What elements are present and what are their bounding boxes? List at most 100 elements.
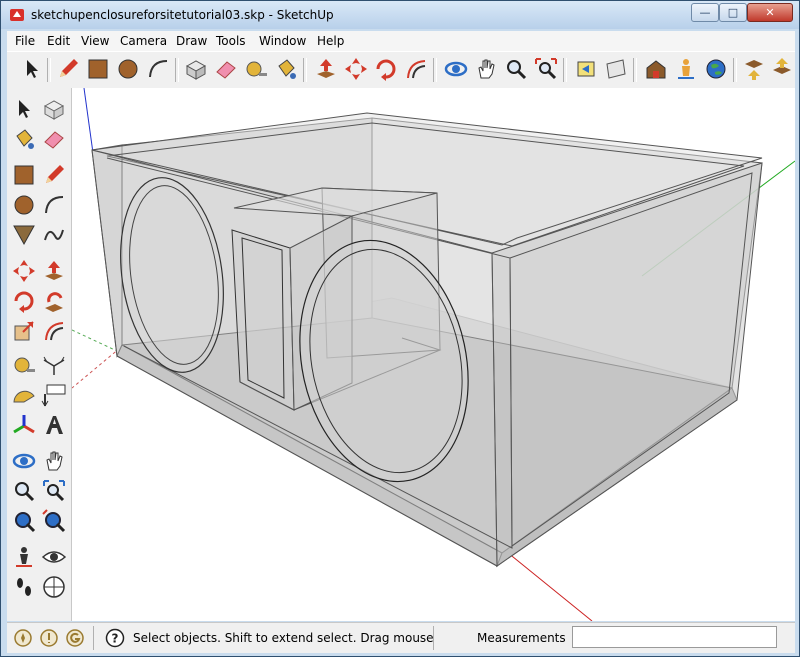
menu-file[interactable]: File xyxy=(15,34,35,48)
google-earth-button[interactable] xyxy=(703,56,729,82)
circle-tool-button[interactable] xyxy=(115,56,141,82)
orbit-tool-button[interactable] xyxy=(443,56,469,82)
3d-warehouse-button[interactable] xyxy=(643,56,669,82)
maximize-button[interactable]: □ xyxy=(719,3,747,22)
previous-view-icon xyxy=(577,61,595,77)
get-models-button[interactable] xyxy=(673,56,699,82)
share-model-button[interactable] xyxy=(741,56,767,82)
menu-help[interactable]: Help xyxy=(317,34,344,48)
status-bar: ? Select objects. Shift to extend select… xyxy=(7,622,795,653)
polygon-tool-button[interactable] xyxy=(11,222,37,248)
get-component-button[interactable] xyxy=(769,56,795,82)
geo-location-icon[interactable] xyxy=(13,628,33,648)
follow-me-tool-button[interactable] xyxy=(41,288,67,314)
text-tool-button[interactable] xyxy=(41,382,67,408)
red-axis xyxy=(501,547,593,621)
zoom-extents-icon xyxy=(15,512,36,533)
circle-tool-button[interactable] xyxy=(11,192,37,218)
make-component-button[interactable] xyxy=(183,56,209,82)
offset-tool-button[interactable] xyxy=(41,318,67,344)
section-plane-icon xyxy=(43,576,65,598)
toolbar-separator xyxy=(433,58,437,82)
component-icon xyxy=(43,100,65,120)
close-button[interactable]: ✕ xyxy=(747,3,793,22)
rectangle-tool-button[interactable] xyxy=(11,162,37,188)
next-view-button[interactable] xyxy=(603,56,629,82)
push-pull-tool-button[interactable] xyxy=(41,258,67,284)
zoom-tool-button[interactable] xyxy=(11,478,37,504)
menu-camera[interactable]: Camera xyxy=(120,34,167,48)
rectangle-tool-button[interactable] xyxy=(85,56,111,82)
menu-window[interactable]: Window xyxy=(259,34,306,48)
eraser-tool-button[interactable] xyxy=(41,126,67,152)
move-tool-button[interactable] xyxy=(343,56,369,82)
look-around-button[interactable] xyxy=(41,544,67,570)
modeling-viewport[interactable] xyxy=(72,88,795,621)
arc-tool-button[interactable] xyxy=(41,192,67,218)
rotate-tool-button[interactable] xyxy=(373,56,399,82)
pencil-icon xyxy=(60,59,78,77)
paint-bucket-tool-button[interactable] xyxy=(11,126,37,152)
get-component-icon xyxy=(773,58,791,74)
zoom-extents-button[interactable] xyxy=(533,56,559,82)
scale-tool-button[interactable] xyxy=(11,318,37,344)
3d-text-tool-button[interactable] xyxy=(41,412,67,438)
dimension-tool-button[interactable] xyxy=(41,352,67,378)
credits-icon[interactable] xyxy=(39,628,59,648)
zoom-extents-button[interactable] xyxy=(11,508,37,534)
status-hint-text: Select objects. Shift to extend select. … xyxy=(133,631,434,645)
eye-icon xyxy=(41,551,67,563)
toolbar-separator xyxy=(47,58,51,82)
zoom-tool-button[interactable] xyxy=(503,56,529,82)
freehand-tool-button[interactable] xyxy=(41,222,67,248)
paint-bucket-icon xyxy=(278,59,296,79)
protractor-tool-button[interactable] xyxy=(11,382,37,408)
line-tool-button[interactable] xyxy=(41,162,67,188)
select-tool-button[interactable] xyxy=(19,56,45,82)
move-tool-button[interactable] xyxy=(11,258,37,284)
red-axis-dashed xyxy=(72,347,121,389)
help-question-icon[interactable]: ? xyxy=(105,628,125,648)
orbit-tool-button[interactable] xyxy=(11,448,37,474)
eraser-icon xyxy=(44,131,64,149)
axes-tool-button[interactable] xyxy=(11,412,37,438)
pan-tool-button[interactable] xyxy=(473,56,499,82)
select-tool-button[interactable] xyxy=(11,96,37,122)
toolbar-separator xyxy=(563,58,567,82)
arc-tool-button[interactable] xyxy=(145,56,171,82)
menu-draw[interactable]: Draw xyxy=(176,34,207,48)
tape-measure-tool-button[interactable] xyxy=(11,352,37,378)
offset-tool-button[interactable] xyxy=(403,56,429,82)
menu-tools[interactable]: Tools xyxy=(216,34,246,48)
make-component-button[interactable] xyxy=(41,96,67,122)
sketchup-window: sketchupenclosureforsitetutorial03.skp -… xyxy=(0,0,800,657)
pan-tool-button[interactable] xyxy=(41,448,67,474)
measurements-input[interactable] xyxy=(572,626,777,648)
toolbar-separator xyxy=(175,58,179,82)
rotate-tool-button[interactable] xyxy=(11,288,37,314)
tape-measure-tool-button[interactable] xyxy=(243,56,269,82)
push-pull-tool-button[interactable] xyxy=(313,56,339,82)
arc-icon xyxy=(149,60,168,78)
previous-view-icon xyxy=(42,509,66,533)
section-plane-button[interactable] xyxy=(41,574,67,600)
scale-icon xyxy=(14,321,34,341)
pencil-tool-button[interactable] xyxy=(55,56,81,82)
previous-view-button[interactable] xyxy=(573,56,599,82)
eraser-tool-button[interactable] xyxy=(213,56,239,82)
rotate-icon xyxy=(14,291,34,313)
google-signin-icon[interactable] xyxy=(65,628,85,648)
menu-edit[interactable]: Edit xyxy=(47,34,70,48)
walk-tool-button[interactable] xyxy=(11,574,37,600)
minimize-button[interactable]: — xyxy=(691,3,719,22)
circle-icon xyxy=(118,59,138,79)
paint-bucket-tool-button[interactable] xyxy=(273,56,299,82)
position-camera-button[interactable] xyxy=(11,544,37,570)
rectangle-icon xyxy=(88,59,108,79)
previous-view-button[interactable] xyxy=(41,508,67,534)
pan-hand-icon xyxy=(478,59,495,79)
person-figure-icon xyxy=(678,59,694,79)
zoom-window-button[interactable] xyxy=(41,478,67,504)
window-title: sketchupenclosureforsitetutorial03.skp -… xyxy=(31,8,334,22)
menu-view[interactable]: View xyxy=(81,34,109,48)
